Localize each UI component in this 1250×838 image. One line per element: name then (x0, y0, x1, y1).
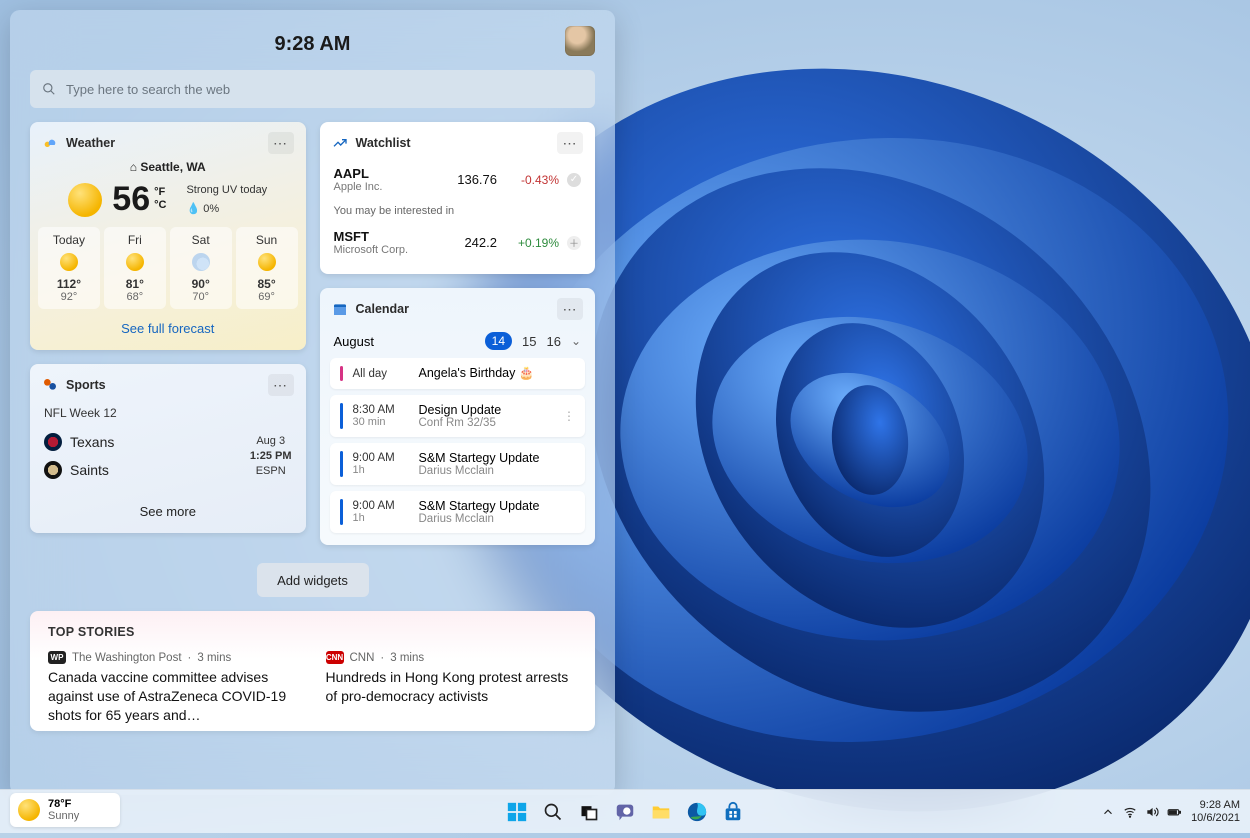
story-item[interactable]: CNN CNN · 3 mins Hundreds in Hong Kong p… (326, 651, 578, 725)
sports-subtitle: NFL Week 12 (44, 406, 292, 420)
taskbar-search-button[interactable] (540, 799, 566, 825)
file-explorer-button[interactable] (648, 799, 674, 825)
watchlist-row[interactable]: AAPL Apple Inc. 136.76 -0.43% ✓ (334, 160, 582, 199)
calendar-day-selected[interactable]: 14 (485, 332, 512, 350)
forecast-day[interactable]: Sun 85° 69° (236, 227, 298, 309)
team-row[interactable]: Saints (44, 456, 250, 484)
unit-fahrenheit[interactable]: °F (154, 186, 166, 199)
team-row[interactable]: Texans (44, 428, 250, 456)
forecast-day[interactable]: Sat 90° 70° (170, 227, 232, 309)
more-icon[interactable]: ⋮ (563, 414, 575, 418)
watchlist-card[interactable]: Watchlist ⋯ AAPL Apple Inc. 136.76 -0.43… (320, 122, 596, 274)
watchlist-hint: You may be interested in (334, 199, 582, 223)
weather-humidity: 0% (203, 203, 219, 215)
weather-icon (42, 135, 58, 151)
start-button[interactable] (504, 799, 530, 825)
story-item[interactable]: WP The Washington Post · 3 mins Canada v… (48, 651, 300, 725)
top-stories-title: TOP STORIES (48, 625, 577, 639)
chevron-up-icon[interactable] (1101, 805, 1115, 819)
see-more-link[interactable]: See more (30, 494, 306, 533)
search-input[interactable]: Type here to search the web (30, 70, 595, 108)
taskbar: 78°F Sunny (0, 789, 1250, 833)
weather-menu-button[interactable]: ⋯ (268, 132, 294, 154)
location-icon: ⌂ (130, 160, 137, 174)
chat-button[interactable] (612, 799, 638, 825)
texans-logo-icon (44, 433, 62, 451)
watchlist-menu-button[interactable]: ⋯ (557, 132, 583, 154)
calendar-day[interactable]: 16 (546, 334, 560, 349)
chevron-down-icon[interactable]: ⌄ (571, 334, 581, 348)
weather-condition: Strong UV today (186, 184, 267, 196)
volume-icon[interactable] (1145, 805, 1159, 819)
widgets-panel: 9:28 AM Type here to search the web Weat… (10, 10, 615, 795)
sun-icon (68, 183, 102, 217)
sun-icon (18, 799, 40, 821)
headline: Canada vaccine committee advises against… (48, 668, 300, 725)
calendar-month[interactable]: August (334, 334, 374, 349)
droplet-icon: 💧 (186, 203, 200, 215)
add-widgets-button[interactable]: Add widgets (257, 563, 369, 597)
calendar-icon (332, 301, 348, 317)
watchlist-row[interactable]: MSFT Microsoft Corp. 242.2 +0.19% ＋ (334, 223, 582, 262)
sun-icon (126, 253, 144, 271)
calendar-menu-button[interactable]: ⋯ (557, 298, 583, 320)
search-icon (42, 82, 56, 96)
partly-cloudy-icon (192, 253, 210, 271)
sports-menu-button[interactable]: ⋯ (268, 374, 294, 396)
calendar-title: Calendar (356, 302, 410, 316)
calendar-event[interactable]: All day Angela's Birthday 🎂 (330, 358, 586, 389)
see-full-forecast-link[interactable]: See full forecast (30, 309, 306, 350)
battery-icon[interactable] (1167, 805, 1181, 819)
check-icon[interactable]: ✓ (567, 173, 581, 187)
chart-icon (332, 135, 348, 151)
saints-logo-icon (44, 461, 62, 479)
source-badge-icon: WP (48, 651, 66, 664)
task-view-button[interactable] (576, 799, 602, 825)
edge-button[interactable] (684, 799, 710, 825)
avatar[interactable] (565, 26, 595, 56)
forecast-day[interactable]: Today 112° 92° (38, 227, 100, 309)
calendar-event[interactable]: 9:00 AM1h S&M Startegy UpdateDarius Mccl… (330, 443, 586, 485)
sports-title: Sports (66, 378, 106, 392)
panel-clock: 9:28 AM (275, 33, 351, 56)
sports-icon (42, 377, 58, 393)
taskbar-weather[interactable]: 78°F Sunny (10, 793, 120, 827)
sun-icon (60, 253, 78, 271)
weather-temp: 56 (112, 180, 150, 219)
calendar-card[interactable]: Calendar ⋯ August 14 15 16 ⌄ (320, 288, 596, 545)
weather-card[interactable]: Weather ⋯ ⌂ Seattle, WA 56 °F °C (30, 122, 306, 350)
sun-icon (258, 253, 276, 271)
match-meta: Aug 3 1:25 PM ESPN (250, 434, 292, 479)
calendar-event[interactable]: 9:00 AM1h S&M Startegy UpdateDarius Mccl… (330, 491, 586, 533)
watchlist-title: Watchlist (356, 136, 411, 150)
headline: Hundreds in Hong Kong protest arrests of… (326, 668, 578, 706)
plus-icon[interactable]: ＋ (567, 236, 581, 250)
calendar-event[interactable]: 8:30 AM30 min Design UpdateConf Rm 32/35… (330, 395, 586, 437)
search-placeholder: Type here to search the web (66, 82, 230, 97)
taskbar-clock[interactable]: 9:28 AM 10/6/2021 (1191, 799, 1240, 825)
unit-celsius[interactable]: °C (154, 199, 166, 212)
weather-title: Weather (66, 136, 115, 150)
forecast-day[interactable]: Fri 81° 68° (104, 227, 166, 309)
source-badge-icon: CNN (326, 651, 344, 664)
sports-card[interactable]: Sports ⋯ NFL Week 12 Texans (30, 364, 306, 533)
top-stories-card[interactable]: TOP STORIES WP The Washington Post · 3 m… (30, 611, 595, 731)
calendar-day[interactable]: 15 (522, 334, 536, 349)
weather-location: Seattle, WA (140, 160, 205, 174)
store-button[interactable] (720, 799, 746, 825)
wifi-icon[interactable] (1123, 805, 1137, 819)
